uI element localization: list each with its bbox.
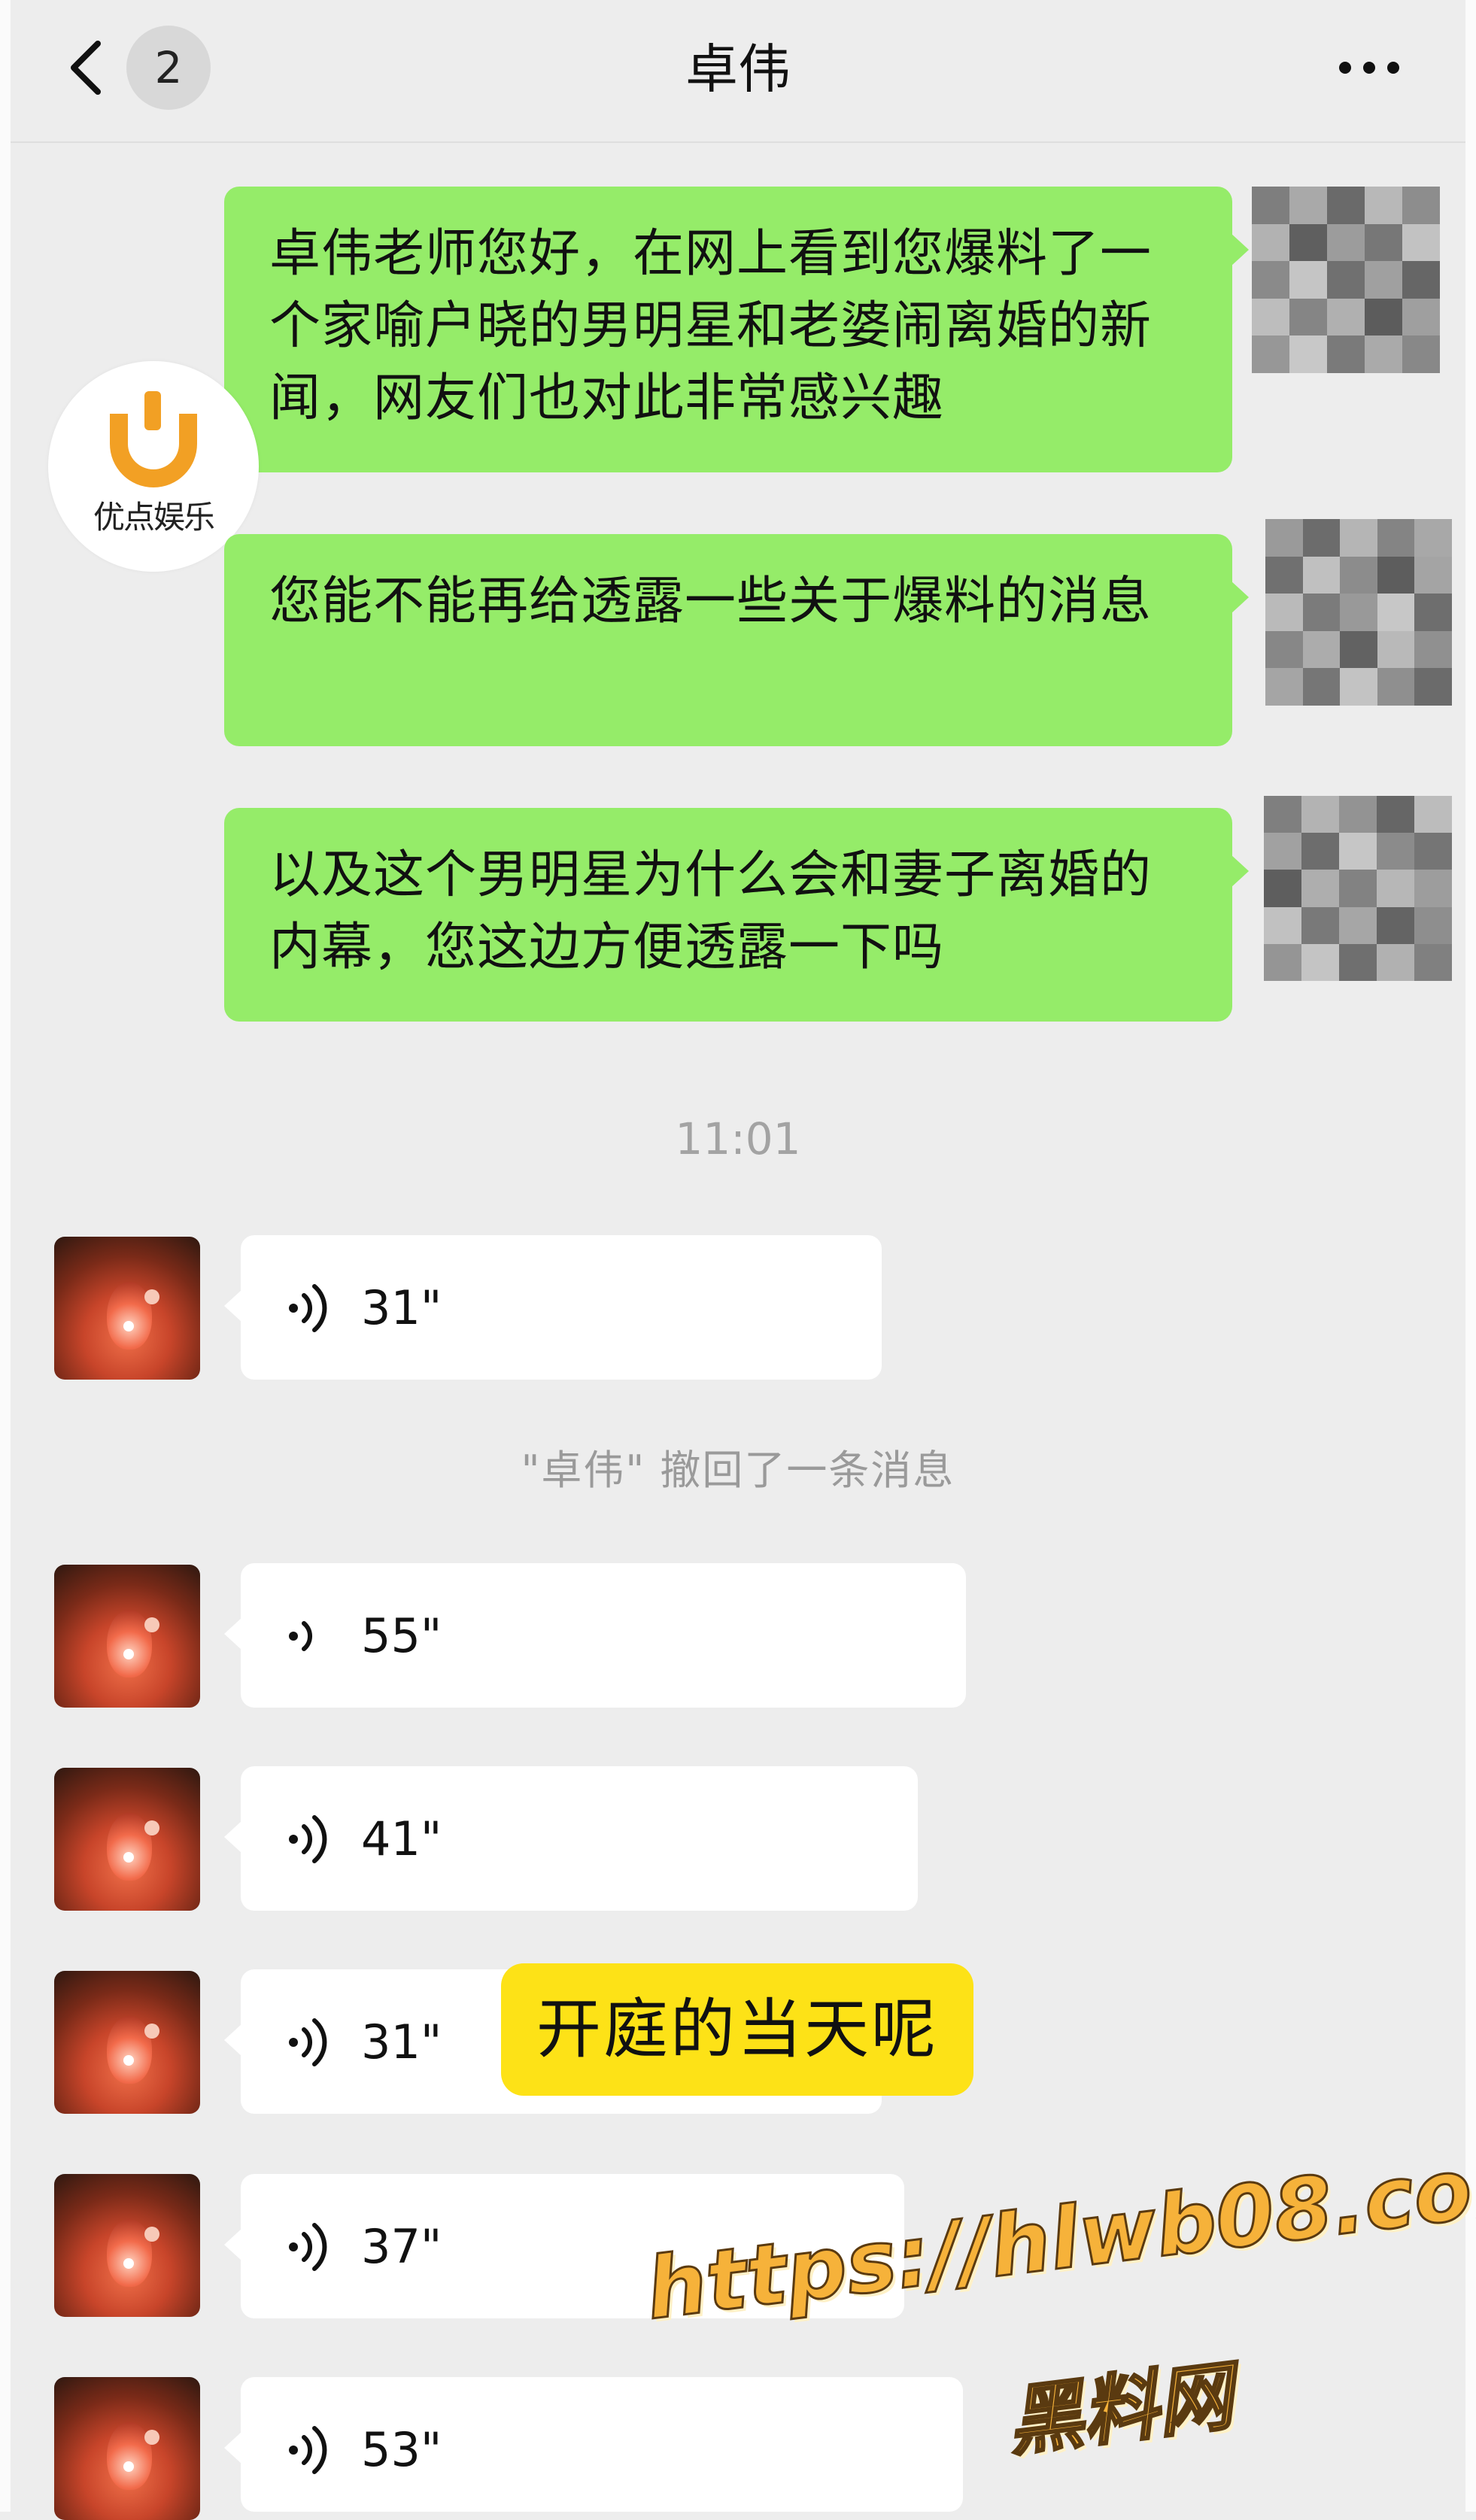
contact-avatar[interactable] [54,1768,200,1911]
message-text: 以及这个男明星为什么会和妻子离婚的内幕，您这边方便透露一下吗 [269,846,1153,977]
voice-wave-icon [289,2018,327,2066]
sent-message-bubble[interactable]: 您能不能再给透露一些关于爆料的消息 [224,534,1249,746]
contact-avatar[interactable] [54,1565,200,1708]
sent-message-bubble[interactable]: 卓伟老师您好，在网上看到您爆料了一个家喻户晓的男明星和老婆闹离婚的新闻，网友们也… [224,187,1249,472]
chat-title: 卓伟 [685,38,791,100]
voice-wave-icon [289,2426,327,2474]
voice-duration: 31" [361,2014,442,2069]
brand-logo-text: 优点娱乐 [93,499,215,536]
subtitle-caption: 开庭的当天呢 [501,1963,973,2096]
voice-duration: 55" [361,1608,442,1663]
voice-wave-icon [289,1815,327,1863]
chevron-left-icon[interactable] [60,38,120,98]
voice-duration: 41" [361,1811,442,1866]
recall-notice: "卓伟" 撤回了一条消息 [521,1447,955,1494]
voice-message-bubble[interactable]: 41" [224,1766,918,1911]
contact-avatar[interactable] [54,2377,200,2520]
message-timestamp: 11:01 [675,1113,801,1164]
voice-duration: 53" [361,2422,442,2477]
contact-avatar[interactable] [54,2174,200,2317]
contact-avatar[interactable] [54,1971,200,2114]
more-horizontal-icon[interactable] [1332,45,1407,90]
sender-avatar[interactable] [1265,519,1452,706]
voice-message-bubble[interactable]: 55" [224,1563,966,1708]
watermark-name: 黑料网 [1001,2351,1238,2468]
sender-avatar[interactable] [1252,187,1440,373]
right-edge [1465,0,1476,2512]
voice-message-bubble[interactable]: 31" [224,1235,882,1380]
sent-message-bubble[interactable]: 以及这个男明星为什么会和妻子离婚的内幕，您这边方便透露一下吗 [224,808,1249,1022]
voice-message-bubble[interactable]: 53" [224,2377,963,2512]
message-text: 卓伟老师您好，在网上看到您爆料了一个家喻户晓的男明星和老婆闹离婚的新闻，网友们也… [269,224,1153,428]
voice-wave-icon [289,1284,327,1332]
voice-wave-icon [289,1621,313,1651]
message-text: 您能不能再给透露一些关于爆料的消息 [269,572,1153,631]
voice-duration: 37" [361,2219,442,2274]
unread-count-badge[interactable]: 2 [126,26,211,110]
sender-avatar[interactable] [1264,796,1452,981]
voice-wave-icon [289,2223,327,2271]
voice-duration: 31" [361,1280,442,1335]
left-edge [0,0,11,2512]
contact-avatar[interactable] [54,1237,200,1380]
